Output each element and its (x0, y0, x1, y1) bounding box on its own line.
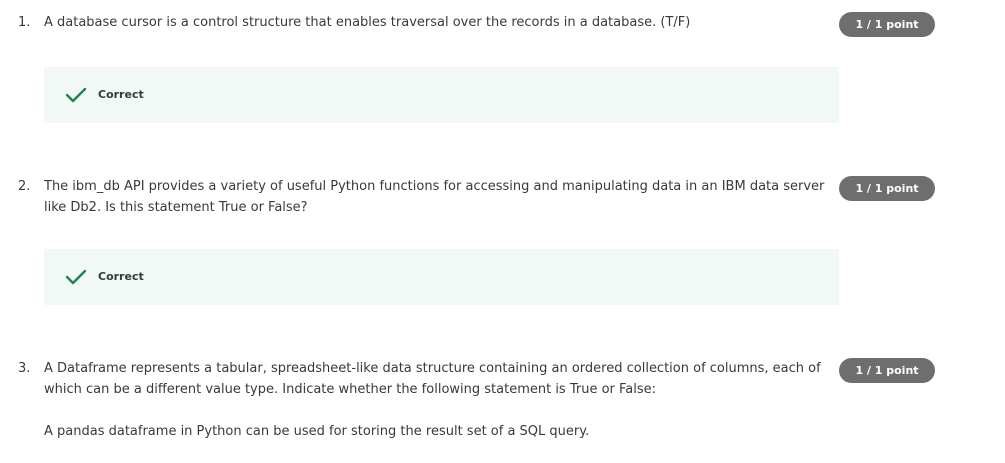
checkmark-icon (65, 269, 87, 285)
question-number: 1. (18, 15, 31, 30)
question-prompt: A Dataframe represents a tabular, spread… (44, 361, 821, 397)
feedback-label: Correct (98, 270, 144, 283)
question-number: 2. (18, 179, 31, 194)
feedback-label: Correct (98, 88, 144, 101)
question-text: The ibm_db API provides a variety of use… (44, 176, 829, 218)
question-text: A Dataframe represents a tabular, spread… (44, 358, 829, 442)
question-prompt: The ibm_db API provides a variety of use… (44, 179, 825, 215)
points-badge: 1 / 1 point (839, 12, 935, 37)
feedback-correct-1: Correct (44, 67, 839, 123)
feedback-correct-2: Correct (44, 249, 839, 305)
checkmark-icon (65, 87, 87, 103)
question-statement: A pandas dataframe in Python can be used… (44, 424, 590, 439)
points-badge: 1 / 1 point (839, 358, 935, 383)
question-prompt: A database cursor is a control structure… (44, 15, 691, 30)
points-badge: 1 / 1 point (839, 176, 935, 201)
question-number: 3. (18, 361, 31, 376)
question-text: A database cursor is a control structure… (44, 12, 829, 33)
